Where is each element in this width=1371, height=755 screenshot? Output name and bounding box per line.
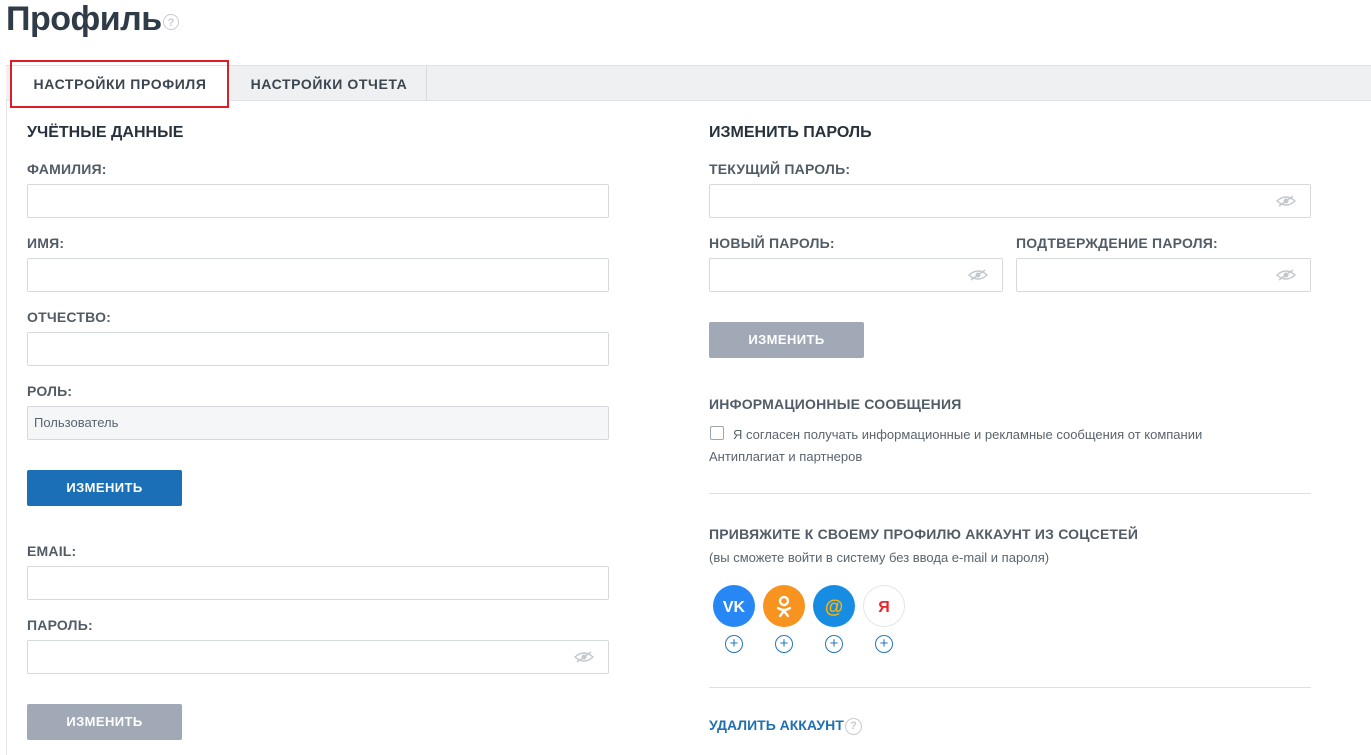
change-password-heading: ИЗМЕНИТЬ ПАРОЛЬ <box>709 124 872 141</box>
change-email-button[interactable]: ИЗМЕНИТЬ <box>27 704 182 740</box>
email-field[interactable] <box>27 566 609 600</box>
add-odnoklassniki-icon[interactable]: + <box>775 635 793 653</box>
add-mailru-icon[interactable]: + <box>825 635 843 653</box>
name-label: ИМЯ: <box>27 235 65 251</box>
account-heading: УЧЁТНЫЕ ДАННЫЕ <box>27 124 184 141</box>
delete-account-link[interactable]: УДАЛИТЬ АККАУНТ <box>709 717 844 733</box>
add-vk-icon[interactable]: + <box>725 635 743 653</box>
svg-text:Я: Я <box>878 599 890 616</box>
confirm-password-field[interactable] <box>1016 258 1311 292</box>
patronymic-field[interactable] <box>27 332 609 366</box>
divider <box>709 493 1311 494</box>
yandex-logo: Я <box>878 599 890 616</box>
role-label: РОЛЬ: <box>27 383 73 399</box>
add-yandex-icon[interactable]: + <box>875 635 893 653</box>
yandex-icon[interactable]: Я <box>863 585 905 627</box>
svg-text:VK: VK <box>723 599 746 616</box>
odnoklassniki-icon[interactable] <box>763 585 805 627</box>
email-label: EMAIL: <box>27 543 77 559</box>
eye-hidden-icon[interactable] <box>968 269 988 281</box>
info-messages-heading: ИНФОРМАЦИОННЫЕ СООБЩЕНИЯ <box>709 396 962 412</box>
vk-logo: VK <box>723 599 746 616</box>
social-note: (вы сможете войти в систему без ввода e-… <box>709 550 1050 565</box>
eye-hidden-icon[interactable] <box>1276 195 1296 207</box>
mailru-logo: @ <box>825 597 844 618</box>
left-border <box>6 65 7 755</box>
page-title: Профиль <box>6 0 162 38</box>
password-field[interactable] <box>27 640 609 674</box>
mailru-icon[interactable]: @ <box>813 585 855 627</box>
active-tab-highlight <box>10 60 229 108</box>
change-password-button[interactable]: ИЗМЕНИТЬ <box>709 322 864 358</box>
consent-text: Я согласен получать информационные и рек… <box>709 427 1203 464</box>
role-field: Пользователь <box>27 406 609 440</box>
surname-label: ФАМИЛИЯ: <box>27 161 107 177</box>
current-password-field[interactable] <box>709 184 1311 218</box>
social-heading: ПРИВЯЖИТЕ К СВОЕМУ ПРОФИЛЮ АККАУНТ ИЗ СО… <box>709 526 1139 542</box>
svg-text:@: @ <box>825 597 844 618</box>
change-account-button[interactable]: ИЗМЕНИТЬ <box>27 470 182 506</box>
patronymic-label: ОТЧЕСТВО: <box>27 309 112 325</box>
eye-hidden-icon[interactable] <box>574 651 594 663</box>
confirm-password-label: ПОДТВЕРЖДЕНИЕ ПАРОЛЯ: <box>1016 235 1218 251</box>
surname-field[interactable] <box>27 184 609 218</box>
divider <box>709 687 1311 688</box>
odnoklassniki-logo <box>776 595 792 618</box>
vk-icon[interactable]: VK <box>713 585 755 627</box>
eye-hidden-icon[interactable] <box>1276 269 1296 281</box>
password-label: ПАРОЛЬ: <box>27 617 93 633</box>
current-password-label: ТЕКУЩИЙ ПАРОЛЬ: <box>709 161 851 177</box>
new-password-field[interactable] <box>709 258 1003 292</box>
new-password-label: НОВЫЙ ПАРОЛЬ: <box>709 235 835 251</box>
help-icon[interactable]: ? <box>845 718 862 735</box>
help-icon[interactable]: ? <box>163 14 179 30</box>
name-field[interactable] <box>27 258 609 292</box>
tab-report-settings[interactable]: НАСТРОЙКИ ОТЧЕТА <box>232 66 427 101</box>
